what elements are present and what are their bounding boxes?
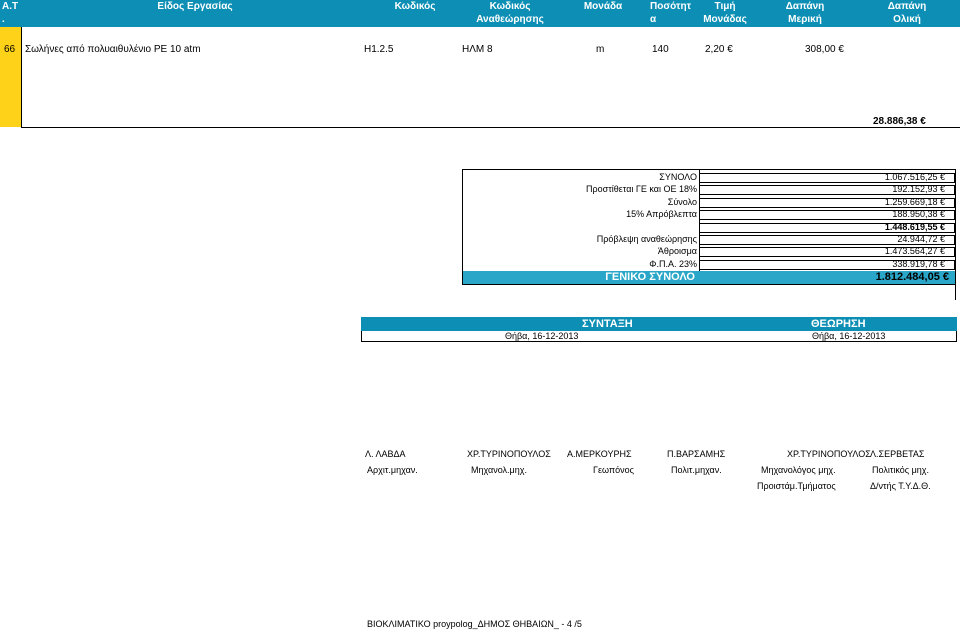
summary-value: 24.944,72 € bbox=[897, 234, 945, 244]
summary-box: ΣΥΝΟΛΟ 1.067.516,25 € Προστίθεται ΓΕ και Ο… bbox=[462, 169, 956, 285]
summary-row: Προστίθεται ΓΕ και ΟΕ 18% 192.152,93 € bbox=[463, 184, 955, 196]
page-footer: ΒΙΟΚΛΙΜΑΤΙΚΟ proypolog_ΔΗΜΟΣ ΘΗΒΑΙΩΝ_ - … bbox=[367, 619, 582, 629]
summary-row: Φ.Π.Α. 23% 338.919,78 € bbox=[463, 259, 955, 271]
summary-value: 188.950,38 € bbox=[892, 209, 945, 220]
summary-row: 15% Απρόβλεπτα 188.950,38 € bbox=[463, 209, 955, 221]
page-total: 28.886,38 € bbox=[873, 116, 926, 127]
aa-column-highlight bbox=[0, 27, 21, 127]
summary-label: ΣΥΝΟΛΟ bbox=[659, 172, 697, 182]
row-code: Η1.2.5 bbox=[364, 44, 394, 55]
signature-header: ΣΥΝΤΑΞΗ ΘΕΩΡΗΣΗ bbox=[361, 317, 957, 331]
summary-label: Άθροισμα bbox=[657, 246, 697, 257]
signatory-role: Πολιτικός μηχ. bbox=[872, 465, 930, 475]
signature-compile-date: Θήβα, 16-12-2013 bbox=[505, 331, 579, 341]
row-rev-code: ΗΛΜ 8 bbox=[462, 44, 493, 55]
row-unit: m bbox=[596, 44, 605, 55]
table-header: Α.Τ. Είδος Εργασίας Κωδικός Κωδικός Αναθε… bbox=[0, 0, 960, 27]
signatory-name: ΧΡ.ΤΥΡΙΝΟΠΟΥΛΟΣ bbox=[467, 449, 551, 459]
row-partial: 308,00 € bbox=[805, 44, 844, 55]
signatory-role: Πολιτ.μηχαν. bbox=[671, 465, 722, 475]
aa-column-border bbox=[21, 27, 22, 127]
summary-tail-line bbox=[955, 285, 956, 300]
signature-date-row: Θήβα, 16-12-2013 Θήβα, 16-12-2013 bbox=[361, 331, 957, 342]
summary-row: ΣΥΝΟΛΟ 1.067.516,25 € bbox=[463, 172, 955, 184]
signatory-name: Λ. ΛΑΒΔΑ bbox=[365, 449, 406, 459]
summary-value: 1.473.564,27 € bbox=[884, 246, 945, 257]
signature-compile-title: ΣΥΝΤΑΞΗ bbox=[582, 318, 633, 330]
row-aa: 66 bbox=[4, 44, 16, 55]
summary-value: 1.448.619,55 € bbox=[884, 221, 945, 232]
grand-total-row: ΓΕΝΙΚΟ ΣΥΝΟΛΟ 1.812.484,05 € bbox=[463, 271, 955, 284]
signatory-name: Π.ΒΑΡΣΑΜΗΣ bbox=[667, 449, 726, 459]
header-work-type: Είδος Εργασίας bbox=[157, 1, 233, 12]
summary-row: Πρόβλεψη αναθεώρησης 24.944,72 € bbox=[463, 234, 955, 246]
signatory-position: Προιστάμ.Τμήματος bbox=[757, 481, 836, 491]
grand-total-label: ΓΕΝΙΚΟ ΣΥΝΟΛΟ bbox=[605, 271, 695, 283]
summary-label: Πρόβλεψη αναθεώρησης bbox=[596, 234, 697, 244]
grand-total-value: 1.812.484,05 € bbox=[875, 271, 949, 283]
summary-row: Σύνολο 1.259.669,18 € bbox=[463, 197, 955, 209]
summary-row: Άθροισμα 1.473.564,27 € bbox=[463, 246, 955, 258]
header-unit: Μονάδα bbox=[583, 1, 623, 12]
signatory-role: Γεωπόνος bbox=[593, 465, 634, 475]
signatory-position: Δ/ντής Τ.Υ.Δ.Θ. bbox=[870, 481, 931, 491]
summary-label: Προστίθεται ΓΕ και ΟΕ 18% bbox=[586, 184, 697, 195]
header-total: Δαπάνη Ολική bbox=[887, 1, 927, 25]
row-description: Σωλήνες από πολυαιθυλένιο PE 10 atm bbox=[25, 44, 201, 55]
summary-value: 1.259.669,18 € bbox=[884, 196, 945, 207]
summary-value: 1.067.516,25 € bbox=[884, 172, 945, 182]
summary-row: 1.448.619,55 € bbox=[463, 222, 955, 234]
header-partial: Δαπάνη Μερική bbox=[785, 1, 825, 25]
signature-review-title: ΘΕΩΡΗΣΗ bbox=[811, 318, 866, 330]
header-price: Τιμή Μονάδας bbox=[703, 1, 747, 25]
header-aa: Α.Τ. bbox=[2, 1, 19, 25]
summary-value: 192.152,93 € bbox=[892, 184, 945, 195]
summary-label: Φ.Π.Α. 23% bbox=[649, 258, 697, 269]
signatory-name: Λ.ΣΕΡΒΕΤΑΣ bbox=[870, 449, 925, 459]
summary-value: 338.919,78 € bbox=[892, 258, 945, 269]
summary-label: 15% Απρόβλεπτα bbox=[626, 209, 697, 220]
header-rev-code: Κωδικός Αναθεώρησης bbox=[476, 1, 544, 25]
signatory-role: Μηχανολόγος μηχ. bbox=[761, 465, 836, 475]
signatory-role: Αρχιτ.μηχαν. bbox=[367, 465, 418, 475]
row-qty: 140 bbox=[652, 44, 669, 55]
summary-label: Σύνολο bbox=[667, 196, 697, 207]
signatory-role: Μηχανολ.μηχ. bbox=[471, 465, 527, 475]
row-divider bbox=[21, 127, 960, 128]
signature-review-date: Θήβα, 16-12-2013 bbox=[812, 331, 886, 341]
signatory-name: Α.ΜΕΡΚΟΥΡΗΣ bbox=[567, 449, 632, 459]
row-price: 2,20 € bbox=[705, 44, 733, 55]
header-qty: Ποσότητ α bbox=[650, 1, 692, 25]
header-code: Κωδικός bbox=[394, 1, 436, 12]
signatory-name: ΧΡ.ΤΥΡΙΝΟΠΟΥΛΟΣ bbox=[787, 449, 871, 459]
